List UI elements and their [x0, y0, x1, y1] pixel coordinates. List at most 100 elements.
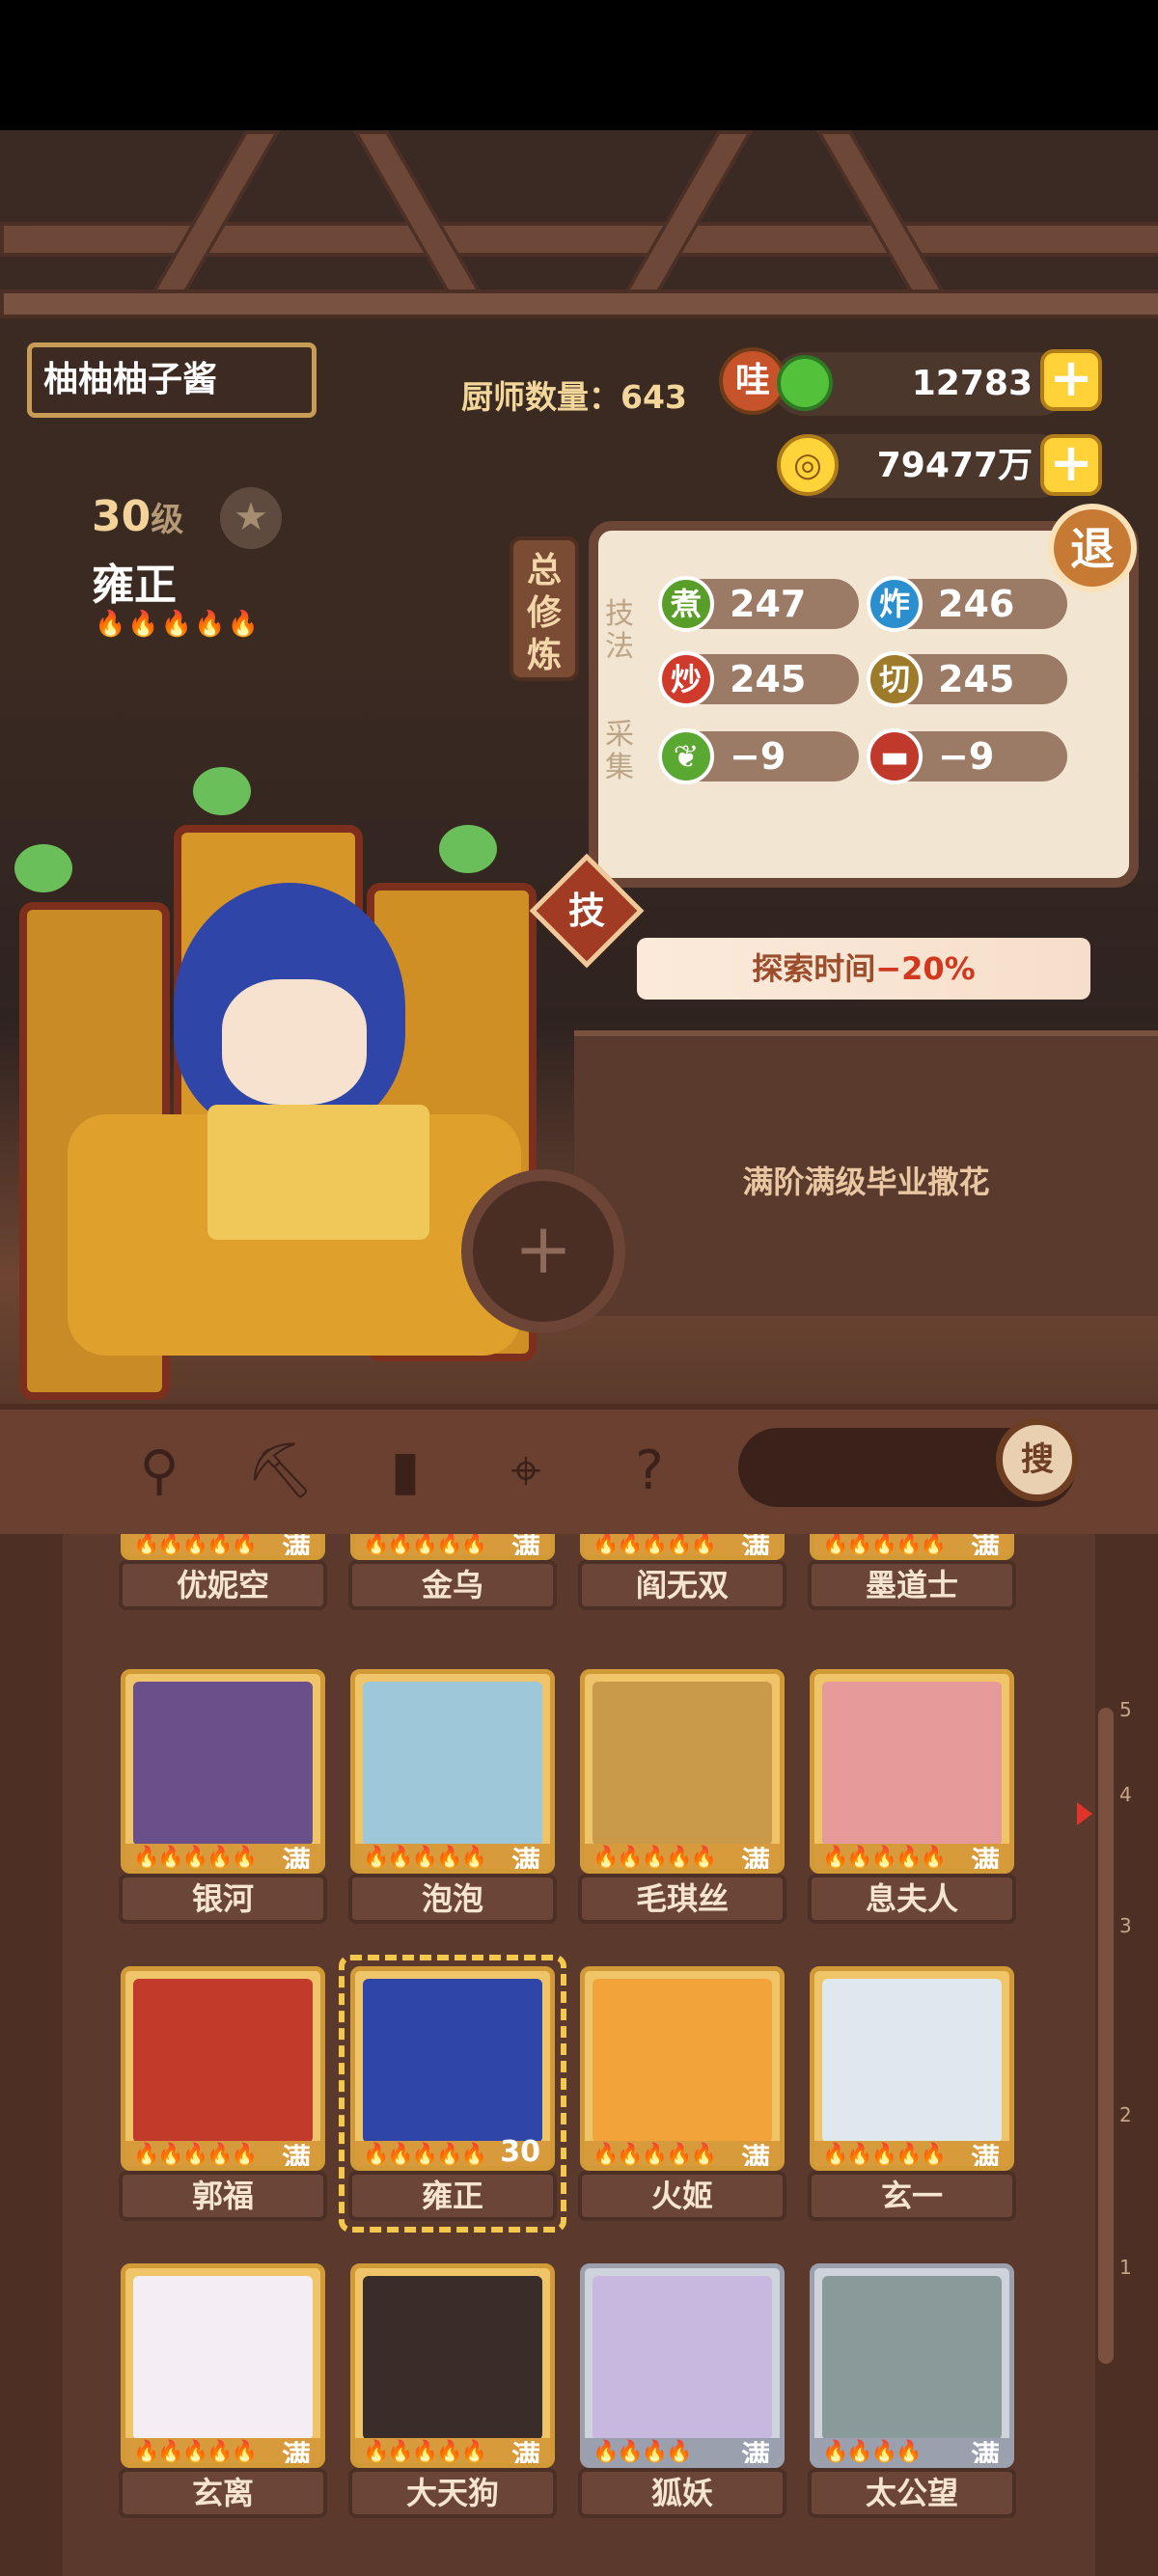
explore-time-ribbon: 探索时间−20%	[637, 938, 1090, 1000]
stat-fry-value: 246	[938, 583, 1015, 625]
bird-icon	[14, 844, 72, 892]
scroll-marker-icon[interactable]	[1077, 1802, 1092, 1825]
chef-card-name: 优妮空	[119, 1560, 327, 1610]
gold-currency-value: 79477万	[876, 446, 1033, 485]
rank-flames: 🔥🔥🔥🔥🔥	[593, 2143, 717, 2167]
ribbon-prefix: 探索时间	[752, 950, 876, 987]
scroll-tick: 1	[1119, 2256, 1132, 2279]
card-tag: 满	[971, 2440, 1000, 2468]
chef-count-label: 厨师数量：	[461, 378, 620, 416]
chef-card[interactable]: 🔥🔥🔥🔥🔥 满 大天狗	[348, 2263, 557, 2518]
card-tag: 满	[511, 1534, 540, 1560]
chef-card-name: 银河	[119, 1874, 327, 1924]
card-tag: 满	[741, 1534, 770, 1560]
chef-portrait	[593, 1682, 772, 1846]
chef-level-unit: 级	[151, 501, 184, 539]
chef-card[interactable]: 🔥🔥🔥🔥🔥 满 泡泡	[348, 1669, 557, 1924]
shovel-icon[interactable]: ⚲	[125, 1438, 193, 1505]
chef-count: 厨师数量：643	[461, 371, 687, 418]
chef-card-frame: 🔥🔥🔥🔥🔥 满	[810, 1966, 1014, 2171]
chef-card[interactable]: 🔥🔥🔥🔥🔥 满 阎无双	[578, 1534, 786, 1610]
chef-card[interactable]: 🔥🔥🔥🔥🔥 满 墨道士	[808, 1534, 1016, 1610]
chef-card[interactable]: 🔥🔥🔥🔥🔥 满 郭福	[119, 1966, 327, 2221]
jade-currency-value: 12783	[911, 364, 1033, 403]
description-text: 满阶满级毕业撒花	[742, 1164, 990, 1200]
card-tag: 满	[282, 2440, 311, 2468]
stat-vegetable-value: −9	[730, 735, 786, 778]
ribbon-value: −20%	[875, 950, 976, 987]
rank-flames: 🔥🔥🔥🔥🔥	[822, 1846, 947, 1870]
stat-boil-value: 247	[730, 583, 807, 625]
rank-flames: 🔥🔥🔥🔥🔥	[95, 610, 261, 639]
chef-portrait	[133, 2276, 313, 2440]
boil-icon: 煮	[658, 576, 714, 632]
rank-flames: 🔥🔥🔥🔥🔥	[133, 2440, 258, 2464]
chef-card-frame: 🔥🔥🔥🔥 满	[580, 2263, 785, 2468]
chef-portrait	[593, 2276, 772, 2440]
chef-face	[222, 979, 367, 1105]
gather-section-label: 采集	[605, 718, 634, 784]
chef-card[interactable]: 🔥🔥🔥🔥🔥 满 优妮空	[119, 1534, 327, 1610]
rank-flames: 🔥🔥🔥🔥🔥	[133, 1534, 258, 1556]
chef-card[interactable]: 🔥🔥🔥🔥🔥 满 金乌	[348, 1534, 557, 1610]
card-tag: 满	[741, 2143, 770, 2171]
chef-portrait	[822, 2276, 1002, 2440]
rank-flames: 🔥🔥🔥🔥🔥	[133, 1846, 258, 1870]
card-tag: 满	[282, 1534, 311, 1560]
stat-cut-value: 245	[938, 658, 1015, 700]
add-slot-button[interactable]: +	[461, 1169, 625, 1333]
veg-icon: ❦	[658, 728, 714, 784]
chef-card-frame: 🔥🔥🔥🔥🔥 满	[121, 1669, 325, 1874]
add-gold-button[interactable]: +	[1040, 434, 1102, 496]
chef-card-frame: 🔥🔥🔥🔥🔥 满	[810, 1669, 1014, 1874]
card-tag: 满	[282, 1846, 311, 1874]
chef-card[interactable]: 🔥🔥🔥🔥🔥 满 毛琪丝	[578, 1669, 786, 1924]
chef-list[interactable]: 🔥🔥🔥🔥🔥 满 优妮空 🔥🔥🔥🔥🔥 满 金乌 🔥🔥🔥🔥🔥 满 阎无双 🔥🔥🔥🔥🔥 满 墨…	[0, 1534, 1158, 2576]
chef-card[interactable]: 🔥🔥🔥🔥🔥 满 银河	[119, 1669, 327, 1924]
chef-portrait	[363, 1682, 542, 1846]
search-button[interactable]: 搜	[996, 1418, 1079, 1501]
rank-flames: 🔥🔥🔥🔥🔥	[363, 2143, 487, 2167]
card-level-tag: 30	[500, 2135, 540, 2169]
chef-card-selected[interactable]: 🔥🔥🔥🔥🔥 30 雍正	[339, 1955, 566, 2233]
chef-card[interactable]: 🔥🔥🔥🔥🔥 满 火姬	[578, 1966, 786, 2221]
skill-badge[interactable]: 技	[546, 870, 627, 951]
jade-coin-icon	[777, 355, 833, 411]
scroll-tick: 2	[1119, 2103, 1132, 2126]
chef-card[interactable]: 🔥🔥🔥🔥🔥 满 息夫人	[808, 1669, 1016, 1924]
chef-card-frame: 🔥🔥🔥🔥🔥 满	[350, 1669, 555, 1874]
rank-flames: 🔥🔥🔥🔥	[593, 2440, 693, 2464]
rank-flames: 🔥🔥🔥🔥	[822, 2440, 923, 2464]
fry-icon: 炸	[867, 576, 923, 632]
chef-card-name: 太公望	[808, 2468, 1016, 2518]
location-icon[interactable]: ⌖	[492, 1438, 560, 1505]
chef-card[interactable]: 🔥🔥🔥🔥🔥 满 玄一	[808, 1966, 1016, 2221]
stats-panel	[589, 521, 1139, 888]
chef-card-name: 泡泡	[348, 1874, 557, 1924]
rarity-scrollbar[interactable]	[1098, 1708, 1114, 2364]
chef-card-name: 息夫人	[808, 1874, 1016, 1924]
exit-button[interactable]: 退	[1048, 504, 1137, 592]
chef-card-frame: 🔥🔥🔥🔥 满	[810, 2263, 1014, 2468]
total-training-tag[interactable]: 总修炼	[510, 536, 579, 681]
chef-card-name: 雍正	[348, 2171, 557, 2221]
status-bar	[0, 0, 1158, 130]
star-icon[interactable]: ★	[220, 487, 282, 549]
chef-card-name: 火姬	[578, 2171, 786, 2221]
pickaxe-icon[interactable]: ⛏	[246, 1438, 315, 1505]
book-icon[interactable]: ?	[616, 1438, 683, 1505]
chef-portrait	[593, 1979, 772, 2143]
roof-rafter	[140, 130, 281, 312]
jar-icon[interactable]: ▮	[372, 1438, 439, 1505]
chef-card-name: 毛琪丝	[578, 1874, 786, 1924]
card-tag: 满	[511, 1846, 540, 1874]
chef-card[interactable]: 🔥🔥🔥🔥🔥 满 玄离	[119, 2263, 327, 2518]
player-name[interactable]: 柚柚柚子酱	[27, 343, 317, 418]
add-jade-button[interactable]: +	[1040, 349, 1102, 411]
chef-portrait	[133, 1979, 313, 2143]
roof-rafter	[352, 130, 493, 312]
chef-card[interactable]: 🔥🔥🔥🔥 满 太公望	[808, 2263, 1016, 2518]
chef-card-frame: 🔥🔥🔥🔥🔥 满	[121, 2263, 325, 2468]
card-tag: 满	[741, 1846, 770, 1874]
chef-card[interactable]: 🔥🔥🔥🔥 满 狐妖	[578, 2263, 786, 2518]
